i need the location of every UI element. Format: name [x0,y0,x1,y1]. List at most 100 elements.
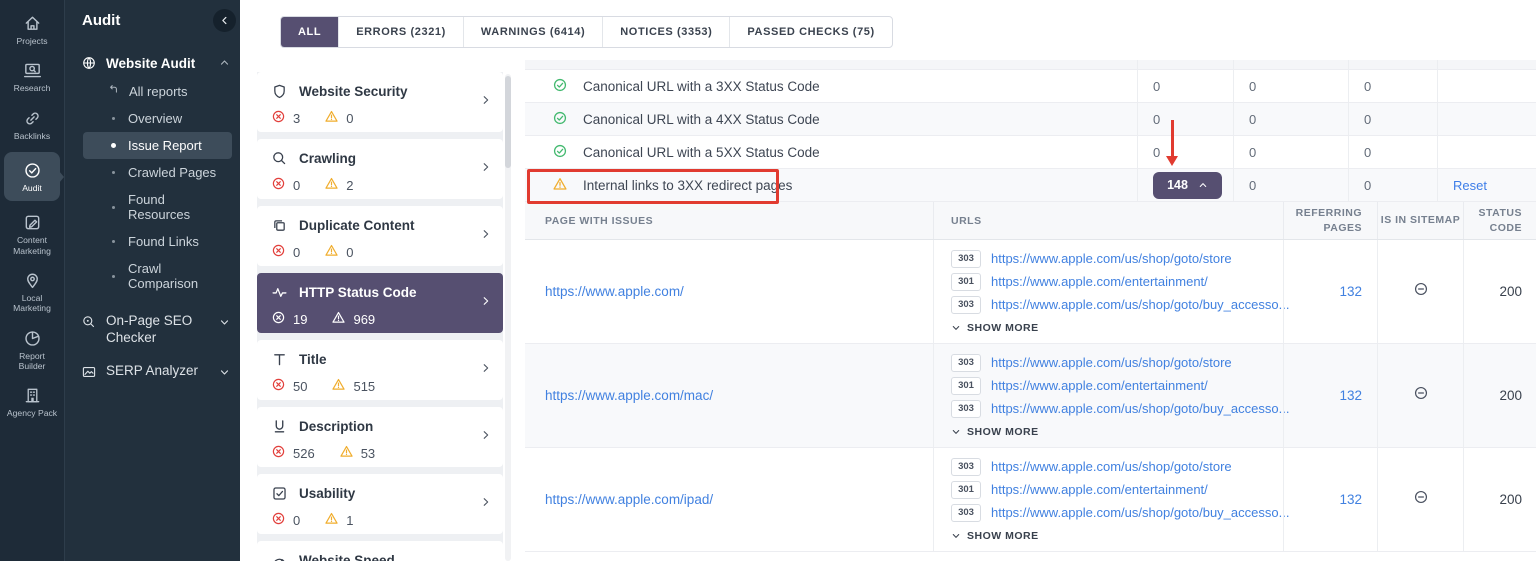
category-card-crawling[interactable]: Crawling 0 2 [257,139,503,199]
show-more-button[interactable]: SHOW MORE [951,322,1283,334]
magnifier-icon [273,152,286,165]
reset-link[interactable]: Reset [1453,178,1487,193]
rail-item-backlinks[interactable]: Backlinks [4,103,60,146]
tab-passed-checks[interactable]: PASSED CHECKS (75) [729,17,891,47]
referring-pages-link[interactable]: 132 [1339,284,1362,299]
sidebar-item-overview[interactable]: Overview [83,105,232,132]
rail-item-content-marketing[interactable]: Content Marketing [4,207,60,261]
page-link[interactable]: https://www.apple.com/ [545,284,684,299]
referring-pages-link[interactable]: 132 [1339,492,1362,507]
sidebar-item-crawled-pages[interactable]: Crawled Pages [83,159,232,186]
sidebar-item-onpage-seo-checker[interactable]: On-Page SEO Checker [81,313,230,347]
bullet-icon [112,240,115,243]
page-link[interactable]: https://www.apple.com/mac/ [545,388,713,403]
category-card-usability[interactable]: Usability 0 1 [257,474,503,534]
referring-pages-link[interactable]: 132 [1339,388,1362,403]
warning-icon [324,109,339,127]
issue-count-expand-button[interactable]: 148 [1153,171,1222,199]
chevron-right-icon [480,361,492,379]
redirect-url-link[interactable]: https://www.apple.com/us/shop/goto/buy_a… [991,401,1289,416]
status-badge: 303 [951,503,981,522]
rail-item-local-marketing[interactable]: Local Marketing [4,265,60,319]
issue-count-cell: 0 [1233,70,1348,102]
tab-notices[interactable]: NOTICES (3353) [602,17,729,47]
sidebar-item-website-audit[interactable]: Website Audit [81,55,230,71]
category-card-website-security[interactable]: Website Security 3 0 [257,72,503,132]
status-badge: 301 [951,480,981,499]
sidebar-item-found-links[interactable]: Found Links [83,228,232,255]
issue-row-canonical-5xx[interactable]: Canonical URL with a 5XX Status Code 0 0… [525,136,1536,169]
category-card-duplicate-content[interactable]: Duplicate Content 0 0 [257,206,503,266]
rail-item-projects[interactable]: Projects [4,8,60,51]
sidebar-item-label: Overview [128,111,183,126]
bullet-icon [111,143,116,148]
issue-row-canonical-4xx[interactable]: Canonical URL with a 4XX Status Code 0 0… [525,103,1536,136]
category-card-http-status-code[interactable]: HTTP Status Code 19 969 [257,273,503,333]
rail-label: Report Builder [18,350,46,371]
issue-count-cell: 0 [1137,136,1233,168]
tab-all[interactable]: ALL [281,17,339,47]
category-card-website-speed[interactable]: Website Speed [257,541,503,561]
sidebar-item-issue-report[interactable]: Issue Report [83,132,232,159]
sidebar-item-found-resources[interactable]: Found Resources [83,186,232,228]
warning-icon [324,176,339,194]
warning-count: 53 [360,445,376,461]
redirect-url-link[interactable]: https://www.apple.com/us/shop/goto/store [991,355,1232,370]
chevron-right-icon [480,160,492,178]
redirect-url-link[interactable]: https://www.apple.com/us/shop/goto/store [991,459,1232,474]
sidebar-item-all-reports[interactable]: All reports [83,77,232,105]
backlinks-icon [25,112,39,125]
category-card-title[interactable]: Title 50 515 [257,340,503,400]
sidebar-item-serp-analyzer[interactable]: SERP Analyzer [81,363,230,383]
warning-count: 0 [346,110,354,126]
category-card-description[interactable]: Description 526 53 [257,407,503,467]
sidebar-item-crawl-comparison[interactable]: Crawl Comparison [83,255,232,297]
rail-item-report-builder[interactable]: Report Builder [4,323,60,377]
redirect-url-link[interactable]: https://www.apple.com/us/shop/goto/store [991,251,1232,266]
error-icon [271,377,286,395]
rail-label: Audit [22,182,42,193]
sidebar-item-label: Issue Report [128,138,202,153]
redirect-url-link[interactable]: https://www.apple.com/entertainment/ [991,378,1208,393]
error-icon [271,444,286,462]
issue-row-internal-links-3xx[interactable]: Internal links to 3XX redirect pages 148… [525,169,1536,202]
rail-item-agency-pack[interactable]: Agency Pack [4,380,60,423]
show-more-button[interactable]: SHOW MORE [951,530,1283,542]
chevron-right-icon [480,495,492,513]
severity-tabbar: ALL ERRORS (2321) WARNINGS (6414) NOTICE… [280,16,893,48]
cards-scrollbar [505,74,511,561]
sidebar-item-label: Found Resources [128,192,191,222]
category-name: HTTP Status Code [299,285,417,300]
page-link[interactable]: https://www.apple.com/ipad/ [545,492,713,507]
status-badge: 303 [951,353,981,372]
show-more-button[interactable]: SHOW MORE [951,426,1283,438]
redirect-url-link[interactable]: https://www.apple.com/entertainment/ [991,274,1208,289]
cards-scrollbar-thumb[interactable] [505,76,511,168]
bullet-icon [112,205,115,209]
rail-item-audit[interactable]: Audit [4,151,64,202]
category-name: Website Security [299,84,408,99]
redirect-url-link[interactable]: https://www.apple.com/us/shop/goto/buy_a… [991,297,1289,312]
redirect-url-link[interactable]: https://www.apple.com/entertainment/ [991,482,1208,497]
sidebar-item-label: Found Links [128,234,199,249]
issue-row-canonical-3xx[interactable]: Canonical URL with a 3XX Status Code 0 0… [525,70,1536,103]
return-arrow-icon [107,83,120,99]
redirect-url-link[interactable]: https://www.apple.com/us/shop/goto/buy_a… [991,505,1289,520]
tab-warnings[interactable]: WARNINGS (6414) [462,17,602,47]
category-name: Description [299,419,374,434]
home-icon [25,16,39,30]
chevron-up-icon [1199,183,1207,187]
audit-app: Projects Research Backlinks Audit Conten… [0,0,1536,561]
issue-count-cell: 0 [1348,169,1437,201]
error-count: 526 [293,445,315,461]
tab-errors[interactable]: ERRORS (2321) [338,17,463,47]
chevron-up-icon [219,56,230,71]
globe-icon [83,57,95,70]
warning-icon [331,310,346,328]
sidebar-collapse-button[interactable] [213,9,236,32]
chevron-down-icon [952,533,960,538]
rail-item-research[interactable]: Research [4,55,60,98]
chevron-down-icon [219,366,230,383]
rail-label: Research [13,83,51,94]
error-count: 0 [293,512,301,528]
